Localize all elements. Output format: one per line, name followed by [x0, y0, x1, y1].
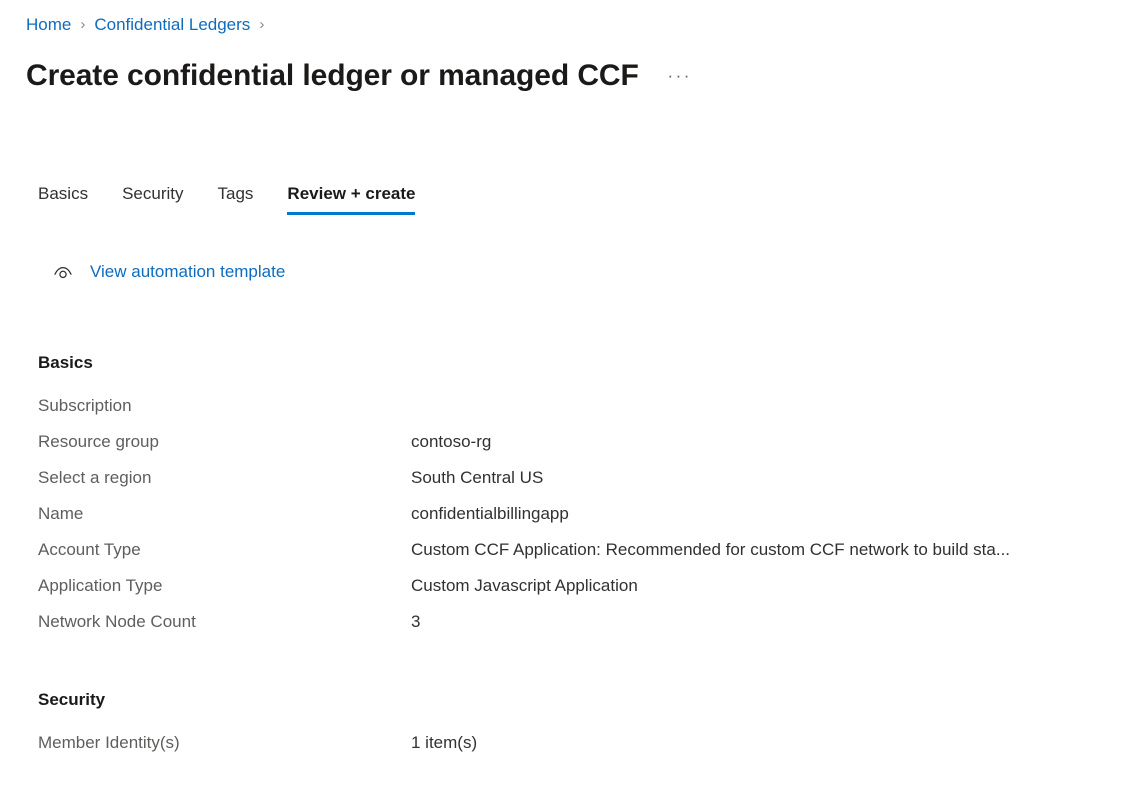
eye-icon [52, 261, 74, 283]
tab-review-create[interactable]: Review + create [287, 183, 416, 215]
view-automation-template-label: View automation template [90, 262, 286, 281]
tab-security[interactable]: Security [122, 183, 183, 215]
summary-value-account-type: Custom CCF Application: Recommended for … [411, 540, 1011, 559]
breadcrumb-separator-icon: › [80, 16, 86, 33]
summary-value-member-identities: 1 item(s) [411, 733, 478, 752]
summary-row-region: Select a region South Central US [38, 467, 1098, 503]
tab-basics[interactable]: Basics [38, 183, 88, 215]
summary-value-resource-group: contoso-rg [411, 432, 492, 451]
breadcrumb-separator-icon: › [259, 16, 265, 33]
summary-row-subscription: Subscription [38, 395, 1098, 431]
summary-label-region: Select a region [38, 468, 152, 487]
summary-label-application-type: Application Type [38, 576, 163, 595]
breadcrumb: Home › Confidential Ledgers › [26, 14, 273, 36]
summary-label-account-type: Account Type [38, 540, 141, 559]
summary-row-account-type: Account Type Custom CCF Application: Rec… [38, 539, 1098, 575]
summary-value-name: confidentialbillingapp [411, 504, 569, 523]
breadcrumb-item-home[interactable]: Home [26, 14, 71, 36]
page-title: Create confidential ledger or managed CC… [26, 59, 639, 92]
breadcrumb-item-confidential-ledgers[interactable]: Confidential Ledgers [94, 14, 250, 36]
summary-value-region: South Central US [411, 468, 544, 487]
page-header: Create confidential ledger or managed CC… [26, 54, 695, 98]
summary-row-member-identities: Member Identity(s) 1 item(s) [38, 732, 1098, 768]
summary-label-resource-group: Resource group [38, 432, 159, 451]
tab-tags[interactable]: Tags [218, 183, 254, 215]
summary-label-name: Name [38, 504, 84, 523]
summary-label-subscription: Subscription [38, 396, 132, 415]
section-basics: Basics Subscription Resource group conto… [38, 352, 1098, 647]
summary-row-name: Name confidentialbillingapp [38, 503, 1098, 539]
summary-value-network-node-count: 3 [411, 612, 421, 631]
more-menu-icon[interactable]: ··· [665, 62, 695, 90]
section-heading-basics: Basics [38, 353, 93, 372]
wizard-tabs: Basics Security Tags Review + create [38, 181, 416, 215]
summary-label-network-node-count: Network Node Count [38, 612, 196, 631]
summary-row-network-node-count: Network Node Count 3 [38, 611, 1098, 647]
summary-label-member-identities: Member Identity(s) [38, 733, 180, 752]
section-heading-security: Security [38, 690, 106, 709]
summary-row-resource-group: Resource group contoso-rg [38, 431, 1098, 467]
section-security: Security Member Identity(s) 1 item(s) [38, 689, 1098, 768]
review-summary: Basics Subscription Resource group conto… [38, 352, 1098, 768]
summary-value-application-type: Custom Javascript Application [411, 576, 638, 595]
view-automation-template-button[interactable]: View automation template [52, 258, 285, 286]
summary-row-application-type: Application Type Custom Javascript Appli… [38, 575, 1098, 611]
